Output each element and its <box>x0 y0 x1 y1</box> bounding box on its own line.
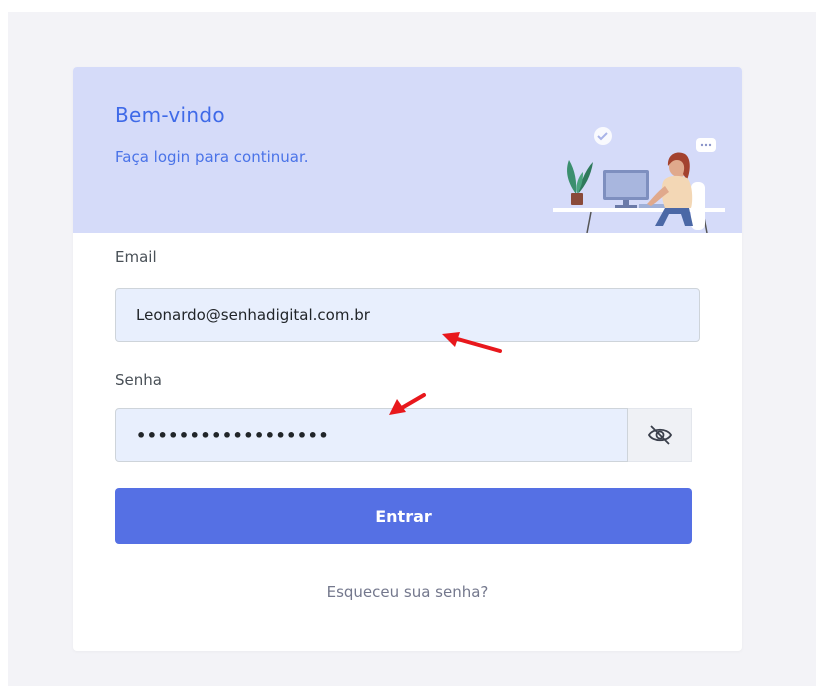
welcome-subtitle: Faça login para continuar. <box>115 148 309 166</box>
annotation-arrow-password <box>389 393 426 415</box>
toggle-password-visibility-button[interactable] <box>628 408 692 462</box>
welcome-title: Bem-vindo <box>115 103 225 127</box>
email-input[interactable] <box>115 288 700 342</box>
annotation-arrow-email <box>442 332 502 353</box>
forgot-password-link[interactable]: Esqueceu sua senha? <box>73 583 742 601</box>
eye-slash-icon <box>647 425 672 445</box>
login-submit-button[interactable]: Entrar <box>115 488 692 544</box>
password-label: Senha <box>115 371 162 389</box>
welcome-header: Bem-vindo Faça login para continuar. <box>73 67 742 233</box>
person-at-desk-illustration <box>553 127 725 233</box>
login-card: Bem-vindo Faça login para continuar. Ema… <box>73 67 742 651</box>
email-label: Email <box>115 248 157 266</box>
password-input[interactable] <box>115 408 628 462</box>
